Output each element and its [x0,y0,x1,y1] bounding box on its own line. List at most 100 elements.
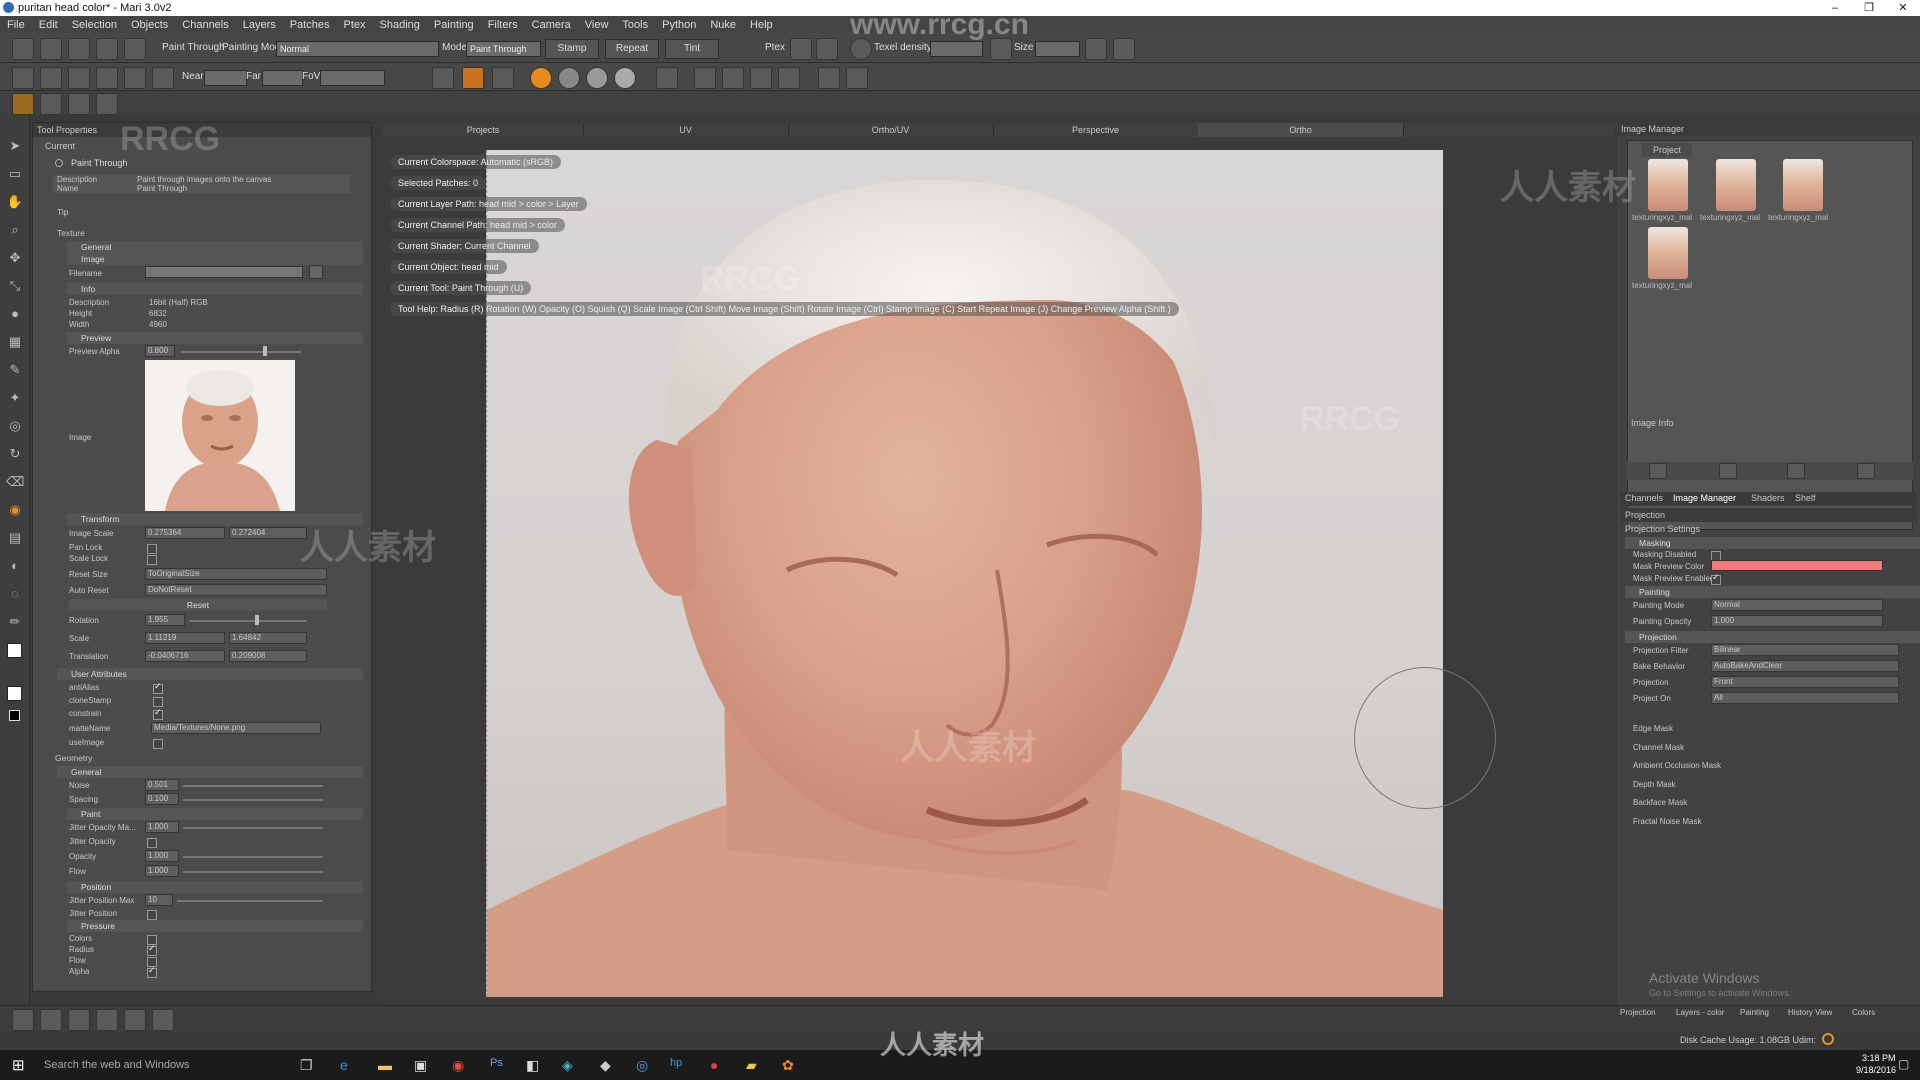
dot-icon[interactable] [694,67,716,89]
select-box-icon[interactable]: ▭ [6,165,24,183]
transform-tool-icon[interactable]: ⤡ [6,277,24,295]
painting-section[interactable]: Painting [1625,586,1920,598]
reset-size-select[interactable]: ToOriginalSize [145,568,327,580]
opacity-input[interactable]: 1.000 [145,850,179,862]
browse-file-icon[interactable] [309,265,323,279]
bake-behavior-select[interactable]: AutoBakeAndClear [1711,660,1899,672]
open-icon[interactable] [40,38,62,60]
app-icon-4[interactable]: ● [710,1057,718,1073]
painting-mode-select[interactable]: Normal [276,41,439,57]
general-section[interactable]: General [67,241,363,253]
menu-view[interactable]: View [578,19,616,31]
axis-icon[interactable] [722,67,744,89]
edge-icon[interactable]: e [340,1057,348,1073]
reset-button[interactable]: Reset [69,599,327,611]
palette-3-icon[interactable] [68,93,90,115]
clonestamp-checkbox[interactable] [153,697,163,707]
image-section[interactable]: Image [67,253,363,265]
import-image-icon[interactable] [1649,463,1667,479]
paste-icon[interactable] [1113,38,1135,60]
tab-shaders[interactable]: Shaders [1751,493,1785,503]
tool-radio-icon[interactable] [55,159,63,167]
screenshot-icon[interactable] [40,67,62,89]
dashed-circle-icon[interactable] [152,1009,174,1031]
foreground-color-swatch[interactable] [7,643,22,658]
info-section[interactable]: Info [67,283,363,295]
background-color-swatch[interactable] [7,686,22,701]
frame-icon[interactable] [68,67,90,89]
spacing-input[interactable]: 0.100 [145,793,179,805]
image-scale-y-input[interactable]: 0.272404 [229,527,307,539]
circle-tool-icon[interactable]: ◎ [6,417,24,435]
undo-tool-icon[interactable] [12,1009,34,1031]
projection-filter-select[interactable]: Bilinear [1711,644,1899,656]
rotation-slider[interactable] [189,620,307,622]
tab-uv[interactable]: UV [583,123,789,137]
near-input[interactable] [204,70,247,86]
hp-icon[interactable]: hp [670,1057,682,1069]
stamp-tool-icon[interactable]: ✎ [6,361,24,379]
swap-colors-swatch[interactable] [9,710,20,721]
user-attributes-section[interactable]: User Attributes [57,668,363,680]
texel-density-input[interactable] [930,41,983,57]
image-thumb-3[interactable] [1783,159,1823,211]
zoom-icon[interactable]: ⌕ [6,221,24,239]
texel-density-icon[interactable] [850,38,872,60]
camera-icon[interactable] [12,67,34,89]
cube-icon[interactable] [96,67,118,89]
noise-input[interactable]: 0.501 [145,779,179,791]
app-icon-2[interactable]: ◈ [562,1057,573,1074]
grid-tool-icon[interactable]: ▦ [6,333,24,351]
scale-y-input[interactable]: 1.64842 [229,632,307,644]
projection-section[interactable]: Projection [1625,631,1920,643]
menu-filters[interactable]: Filters [481,19,525,31]
far-input[interactable] [262,70,303,86]
copy-icon[interactable] [1085,38,1107,60]
move-icon[interactable]: ✥ [6,249,24,267]
paint-canvas[interactable] [486,150,1443,997]
tab-shelf[interactable]: Shelf [1795,493,1816,503]
tool-properties-scrollbar[interactable] [373,243,383,883]
smudge-icon[interactable]: ◐ [6,557,24,575]
projection-mode-select[interactable]: Front [1711,676,1899,688]
palette-4-icon[interactable] [96,93,118,115]
rotation-input[interactable]: 1.955 [145,614,185,626]
windows-start-icon[interactable]: ⊞ [12,1056,25,1074]
tab-ortho-uv[interactable]: Ortho/UV [788,123,994,137]
tab-perspective[interactable]: Perspective [993,123,1199,137]
tab-project[interactable]: Project [1642,143,1692,157]
fov-slider[interactable] [320,70,385,86]
useimage-checkbox[interactable] [153,739,163,749]
pressure-section[interactable]: Pressure [67,920,363,932]
masking-section[interactable]: Masking [1625,537,1920,549]
gradient-icon[interactable]: ▤ [6,529,24,547]
project-on-select[interactable]: All [1711,692,1899,704]
move-tool-icon[interactable] [40,1009,62,1031]
menu-channels[interactable]: Channels [175,19,235,31]
taskbar-search[interactable]: Search the web and Windows [44,1059,190,1071]
menu-layers[interactable]: Layers [236,19,283,31]
undo-icon[interactable] [96,38,118,60]
bottom-tab[interactable]: Layers - color [1676,1008,1724,1017]
edit-image-icon[interactable] [1787,463,1805,479]
menu-python[interactable]: Python [655,19,703,31]
mattename-input[interactable]: Media/Textures/None.png [151,722,321,734]
mask-item[interactable]: Edge Mask [1633,724,1673,733]
spacing-slider[interactable] [183,799,323,801]
pencil-icon[interactable]: ✏ [6,613,24,631]
menu-tools[interactable]: Tools [615,19,655,31]
shading-full-icon[interactable] [586,67,608,89]
image-scale-x-input[interactable]: 0.275364 [145,527,225,539]
chrome-icon[interactable]: ◉ [452,1057,464,1074]
jitter-position-max-input[interactable]: 10 [145,894,173,906]
paint-through-tool-icon[interactable] [462,67,484,89]
file-explorer-icon[interactable]: ▬ [378,1057,392,1073]
bottom-tab[interactable]: Colors [1852,1008,1875,1017]
image-thumb-2[interactable] [1716,159,1756,211]
jitter-position-max-slider[interactable] [177,900,323,902]
menu-edit[interactable]: Edit [32,19,65,31]
ptex-grid-icon[interactable] [816,38,838,60]
store-icon[interactable]: ▣ [414,1057,427,1074]
mask-item[interactable]: Ambient Occlusion Mask [1633,761,1721,770]
tab-ortho[interactable]: Ortho [1198,123,1404,137]
